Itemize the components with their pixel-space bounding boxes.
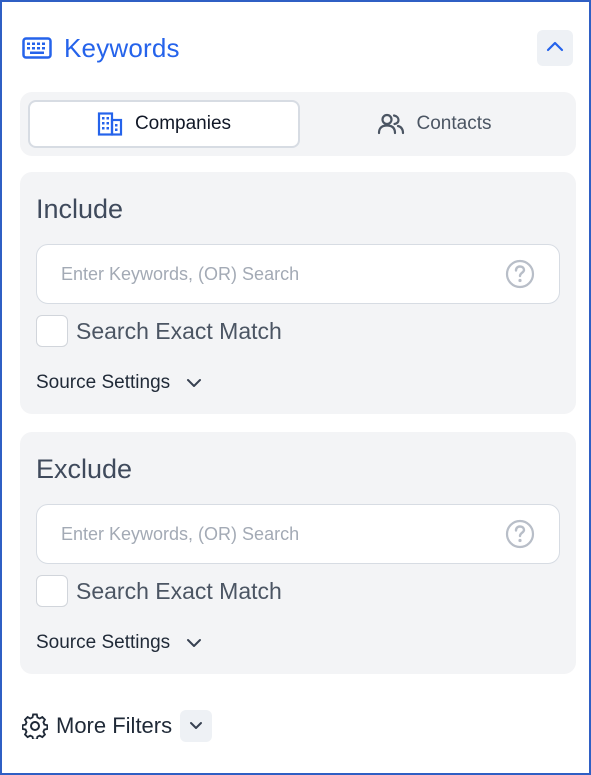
help-icon[interactable] [505, 259, 535, 289]
include-exact-match-label: Search Exact Match [76, 317, 282, 344]
more-filters-expand-button[interactable] [180, 710, 213, 742]
exclude-source-settings-label: Source Settings [36, 632, 171, 653]
include-title: Include [36, 194, 124, 224]
users-icon [377, 113, 405, 135]
tab-companies-label: Companies [134, 113, 232, 134]
chevron-down-icon [189, 717, 203, 735]
panel-header: Keywords [22, 30, 573, 66]
gear-icon [22, 713, 48, 739]
include-exact-match-checkbox[interactable] [36, 315, 68, 347]
more-filters-row: More Filters [22, 709, 213, 743]
chevron-down-icon [186, 378, 202, 388]
exclude-exact-match-checkbox[interactable] [36, 575, 68, 607]
include-exact-match-row: Search Exact Match [36, 315, 282, 347]
exclude-keywords-input[interactable] [61, 523, 481, 545]
keyboard-icon [22, 37, 52, 59]
help-icon[interactable] [505, 519, 535, 549]
tab-contacts[interactable]: Contacts [300, 100, 568, 148]
exclude-exact-match-row: Search Exact Match [36, 575, 282, 607]
more-filters-label[interactable]: More Filters [56, 713, 172, 739]
exclude-title: Exclude [36, 454, 133, 484]
entity-tabs: Companies Contacts [20, 92, 576, 156]
chevron-up-icon [546, 39, 564, 57]
panel-title: Keywords [64, 32, 180, 63]
exclude-source-settings-toggle[interactable]: Source Settings [36, 632, 202, 654]
exclude-exact-match-label: Search Exact Match [76, 577, 282, 604]
building-icon [97, 112, 123, 136]
collapse-button[interactable] [537, 30, 573, 66]
include-keywords-input[interactable] [61, 263, 481, 285]
exclude-keywords-field [36, 504, 560, 564]
keywords-filter-panel: Keywords Companies Contacts Include Ente… [0, 0, 591, 775]
chevron-down-icon [186, 638, 202, 648]
include-section: Include Search Exact Match Source Settin… [20, 172, 576, 414]
tab-companies[interactable]: Companies [28, 100, 300, 148]
include-source-settings-toggle[interactable]: Source Settings [36, 372, 202, 394]
include-source-settings-label: Source Settings [36, 372, 171, 393]
exclude-section: Exclude Search Exact Match Source Settin… [20, 432, 576, 674]
tab-contacts-label: Contacts [416, 113, 492, 134]
include-keywords-field [36, 244, 560, 304]
